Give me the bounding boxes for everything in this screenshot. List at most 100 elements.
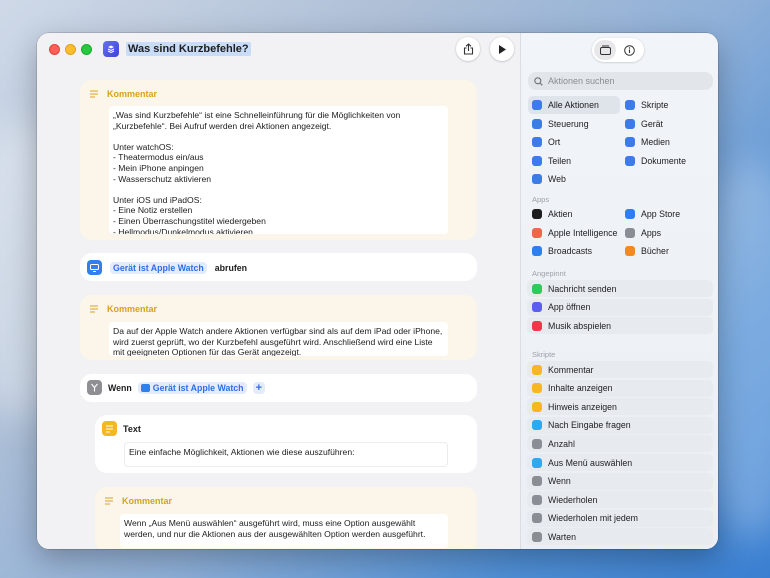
if-action[interactable]: Wenn Gerät ist Apple Watch + <box>80 374 477 402</box>
comment-action-2[interactable]: Kommentar Da auf der Apple Watch andere … <box>80 295 477 360</box>
comment-label: Kommentar <box>107 304 158 314</box>
item-label: Aktien <box>548 209 573 219</box>
action-search[interactable] <box>528 72 713 90</box>
add-condition-button[interactable]: + <box>252 381 265 394</box>
app-store-icon <box>625 209 635 219</box>
action-row[interactable]: Musik abspielen <box>527 317 713 334</box>
item-label: App Store <box>641 209 681 219</box>
wait-icon <box>532 531 542 542</box>
item-label: Aus Menü auswählen <box>548 457 633 468</box>
item-label: Kommentar <box>548 364 594 375</box>
action-verb: abrufen <box>214 262 248 273</box>
category-alle-aktionen[interactable]: Alle Aktionen <box>528 96 620 114</box>
section-label: Angepinnt <box>532 269 566 278</box>
music-icon <box>532 320 542 331</box>
get-device-action[interactable]: Gerät ist Apple Watch abrufen <box>80 253 477 281</box>
category-apps[interactable]: Apps <box>621 224 713 242</box>
category-dokumente[interactable]: Dokumente <box>621 152 713 170</box>
if-icon <box>532 476 542 487</box>
item-label: Nachricht senden <box>548 283 617 294</box>
display-icon <box>140 383 150 392</box>
share-icon <box>463 43 473 55</box>
zoom-window-button[interactable] <box>81 44 92 55</box>
category-apple-intelligence[interactable]: Apple Intelligence <box>528 224 620 242</box>
display-icon <box>625 118 635 129</box>
item-label: Nach Eingabe fragen <box>548 420 631 431</box>
item-label: Apps <box>641 227 662 238</box>
action-row[interactable]: Warten <box>527 528 713 546</box>
action-row[interactable]: Wiederholen mit jedem <box>527 509 713 527</box>
comment-action-3[interactable]: Kommentar Wenn „Aus Menü auswählen“ ausg… <box>95 487 477 549</box>
text-action[interactable]: Text Eine einfache Möglichkeit, Aktionen… <box>95 415 477 473</box>
comment-text[interactable]: „Was sind Kurzbefehle“ ist eine Schnelle… <box>109 106 448 234</box>
category-skripte[interactable]: Skripte <box>621 96 713 114</box>
search-input[interactable] <box>548 76 708 86</box>
category-web[interactable]: Web <box>528 170 620 188</box>
if-label: Wenn <box>108 382 132 393</box>
item-label: Dokumente <box>641 155 686 166</box>
minimize-window-button[interactable] <box>65 44 76 55</box>
action-row[interactable]: Anzahl <box>527 435 713 453</box>
item-label: Gerät <box>641 118 664 129</box>
item-label: Hinweis anzeigen <box>548 401 617 412</box>
category-gerät[interactable]: Gerät <box>621 115 713 133</box>
shortcut-icon[interactable] <box>103 41 119 57</box>
info-icon <box>623 44 635 56</box>
action-row[interactable]: Kommentar <box>527 361 713 378</box>
run-button[interactable] <box>490 37 514 61</box>
category-app-store[interactable]: App Store <box>621 205 713 223</box>
close-window-button[interactable] <box>49 44 60 55</box>
repeat-icon <box>532 494 542 505</box>
item-label: Ort <box>548 137 561 147</box>
action-row[interactable]: App öffnen <box>527 298 713 316</box>
action-library-sidebar: Alle Aktionen Steuerung Ort Teilen Web Skript… <box>520 33 718 549</box>
device-token[interactable]: Gerät ist Apple Watch <box>110 261 207 274</box>
editor-pane: Was sind Kurzbefehle? Kommentar „Was sin… <box>37 33 520 549</box>
item-label: Musik abspielen <box>548 320 612 331</box>
repeat-each-icon <box>532 513 542 524</box>
show-icon <box>532 383 542 394</box>
item-label: Broadcasts <box>548 246 593 256</box>
category-ort[interactable]: Ort <box>528 133 620 151</box>
item-label: Apple Intelligence <box>548 227 618 238</box>
share-icon <box>532 155 542 166</box>
apple-intelligence-icon <box>532 227 542 238</box>
music-icon <box>625 137 635 147</box>
action-row[interactable]: Nach Eingabe fragen <box>527 416 713 434</box>
library-tab[interactable] <box>594 40 616 60</box>
category-teilen[interactable]: Teilen <box>528 152 620 170</box>
count-icon <box>532 438 542 449</box>
comment-text[interactable]: Da auf der Apple Watch andere Aktionen v… <box>109 322 448 356</box>
action-row[interactable]: Inhalte anzeigen <box>527 379 713 397</box>
item-label: Skripte <box>641 100 669 110</box>
action-row[interactable]: Aus Menü auswählen <box>527 454 713 471</box>
condition-token[interactable]: Gerät ist Apple Watch <box>137 381 247 394</box>
category-medien[interactable]: Medien <box>621 133 713 151</box>
list-icon <box>532 100 542 110</box>
action-row[interactable]: Wiederholen <box>527 491 713 509</box>
document-icon <box>625 155 635 166</box>
location-icon <box>532 137 542 147</box>
shortcut-title[interactable]: Was sind Kurzbefehle? <box>126 42 251 56</box>
category-steuerung[interactable]: Steuerung <box>528 115 620 133</box>
category-aktien[interactable]: Aktien <box>528 205 620 223</box>
compass-icon <box>532 174 542 184</box>
comment-icon <box>90 89 98 98</box>
text-field[interactable]: Eine einfache Möglichkeit, Aktionen wie … <box>124 442 448 467</box>
category-broadcasts[interactable]: Broadcasts <box>528 242 620 260</box>
comment-action-1[interactable]: Kommentar „Was sind Kurzbefehle“ ist ein… <box>80 80 477 240</box>
item-label: Bücher <box>641 246 669 256</box>
item-label: Anzahl <box>548 438 575 449</box>
action-row[interactable]: Hinweis anzeigen <box>527 398 713 416</box>
comment-text[interactable]: Wenn „Aus Menü auswählen“ ausgeführt wir… <box>120 514 448 548</box>
toggle-icon <box>532 118 542 129</box>
action-row[interactable]: Nachricht senden <box>527 280 713 297</box>
info-tab[interactable] <box>618 40 640 60</box>
category-bücher[interactable]: Bücher <box>621 242 713 260</box>
section-label: Apps <box>532 195 550 204</box>
share-button[interactable] <box>456 37 480 61</box>
apps-icon <box>625 227 635 238</box>
action-row[interactable]: Wenn <box>527 472 713 490</box>
broadcast-icon <box>532 246 542 256</box>
search-icon <box>534 76 543 86</box>
